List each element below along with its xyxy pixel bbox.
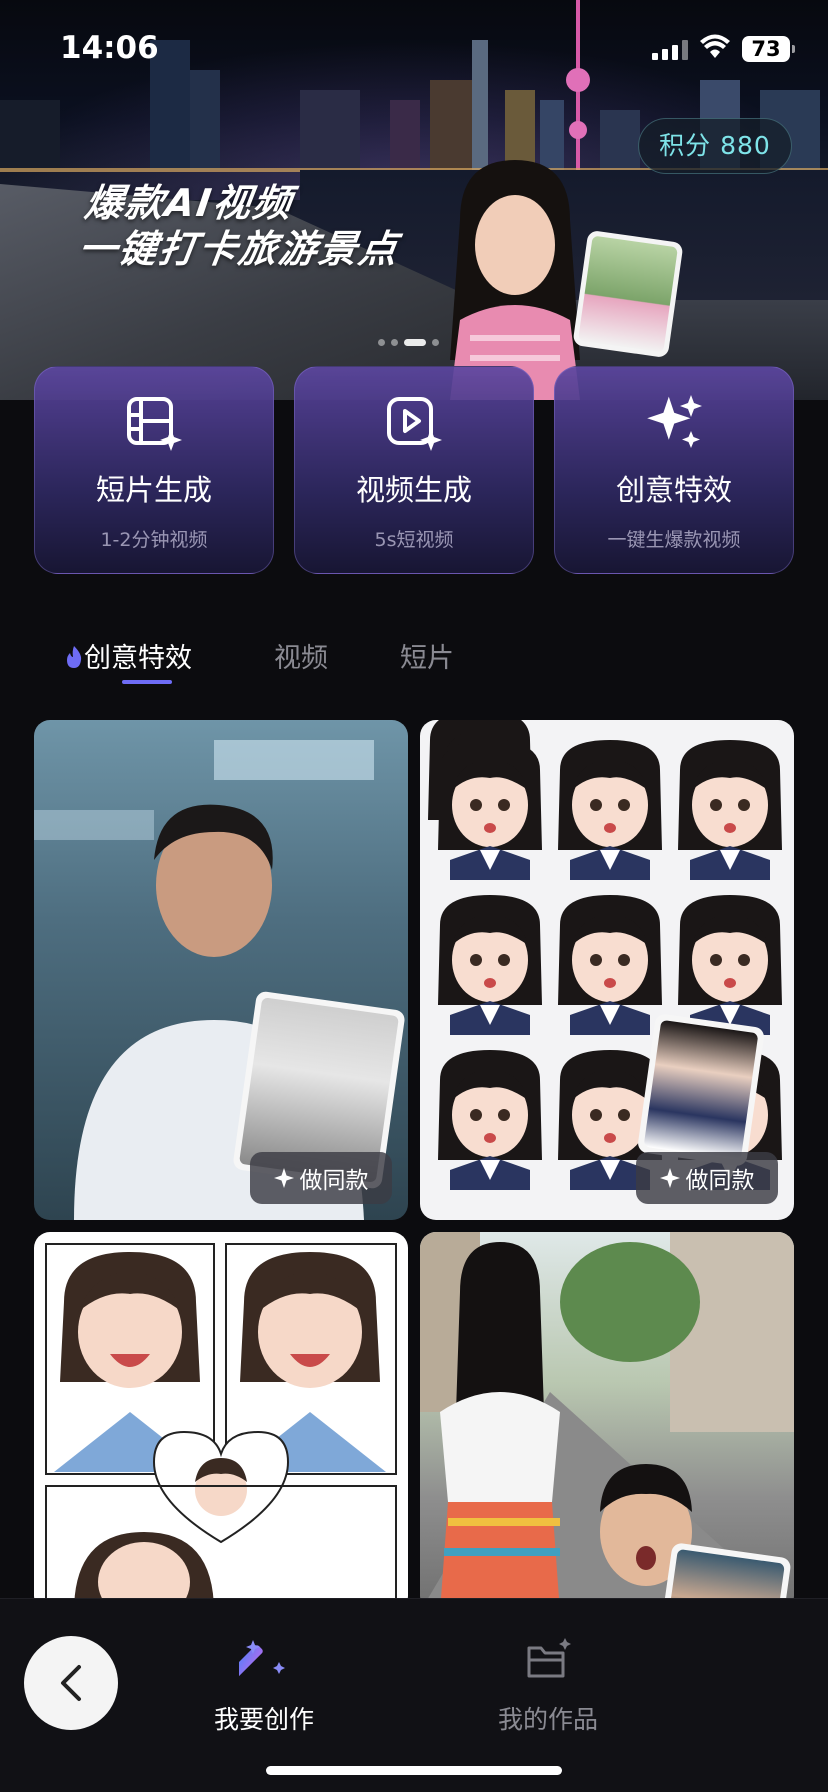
film-sparkle-icon [127, 397, 182, 451]
active-tab-indicator [122, 680, 172, 684]
card-thumbnail [45, 1243, 397, 1612]
tab-creative-effects[interactable]: 创意特效 [64, 636, 192, 675]
tab-short-film[interactable]: 短片 [400, 636, 454, 675]
tab-label: 创意特效 [84, 643, 192, 674]
feature-title: 创意特效 [615, 473, 732, 507]
feature-title: 视频生成 [355, 473, 472, 507]
carousel-dots [378, 339, 439, 346]
carousel-dot-active [404, 339, 426, 346]
sparkle-icon [659, 1168, 680, 1188]
status-time: 14:06 [60, 30, 159, 66]
banner-person [450, 160, 580, 400]
nav-my-works[interactable]: 我的作品 [498, 1636, 598, 1736]
carousel-dot [432, 339, 439, 346]
flame-icon [67, 646, 82, 668]
wifi-icon [700, 34, 730, 58]
tab-video[interactable]: 视频 [274, 636, 328, 675]
swap-photo [636, 1013, 766, 1167]
points-badge[interactable]: 积分 880 [638, 118, 792, 174]
template-card[interactable] [34, 1232, 408, 1612]
banner-title-line2: 一键打卡旅游景点 [75, 227, 402, 271]
banner-inset-photo [572, 229, 684, 359]
play-sparkle-icon [387, 397, 442, 451]
banner-title-line1: 爆款AI视频 [82, 181, 296, 225]
cellular-signal-icon [652, 40, 688, 60]
feature-subtitle: 1-2分钟视频 [100, 529, 208, 551]
make-same-label: 做同款 [685, 1168, 755, 1194]
template-card[interactable]: 做同款 [420, 720, 794, 1220]
status-bar: 14:06 73 [0, 0, 828, 100]
make-same-button[interactable]: 做同款 [250, 1152, 392, 1204]
back-button[interactable] [24, 1636, 118, 1730]
battery-indicator: 73 [742, 36, 795, 62]
feature-subtitle: 一键生爆款视频 [607, 529, 741, 551]
magic-wand-icon [231, 1640, 285, 1677]
bottom-tab-bar [0, 1598, 828, 1792]
home-indicator[interactable] [266, 1766, 562, 1775]
template-card[interactable]: 做同款 [34, 720, 408, 1220]
feature-video[interactable]: 视频生成 5s短视频 [294, 366, 534, 574]
feature-subtitle: 5s短视频 [374, 529, 454, 551]
feature-short-film[interactable]: 短片生成 1-2分钟视频 [34, 366, 274, 574]
nav-create-label: 我要创作 [214, 1705, 315, 1734]
make-same-button[interactable]: 做同款 [636, 1152, 778, 1204]
feature-title: 短片生成 [95, 473, 212, 507]
sparkles-icon [647, 395, 702, 448]
make-same-label: 做同款 [299, 1168, 369, 1194]
template-card[interactable] [420, 1232, 794, 1612]
carousel-dot [391, 339, 398, 346]
chevron-left-icon [61, 1665, 81, 1701]
feature-creative-effects[interactable]: 创意特效 一键生爆款视频 [554, 366, 794, 574]
nav-create[interactable]: 我要创作 [214, 1636, 314, 1736]
nav-my-works-label: 我的作品 [498, 1705, 599, 1734]
carousel-dot [378, 339, 385, 346]
folder-icon [527, 1638, 571, 1678]
sparkle-icon [273, 1168, 294, 1188]
banner-title: 爆款AI视频 一键打卡旅游景点 [76, 180, 409, 272]
